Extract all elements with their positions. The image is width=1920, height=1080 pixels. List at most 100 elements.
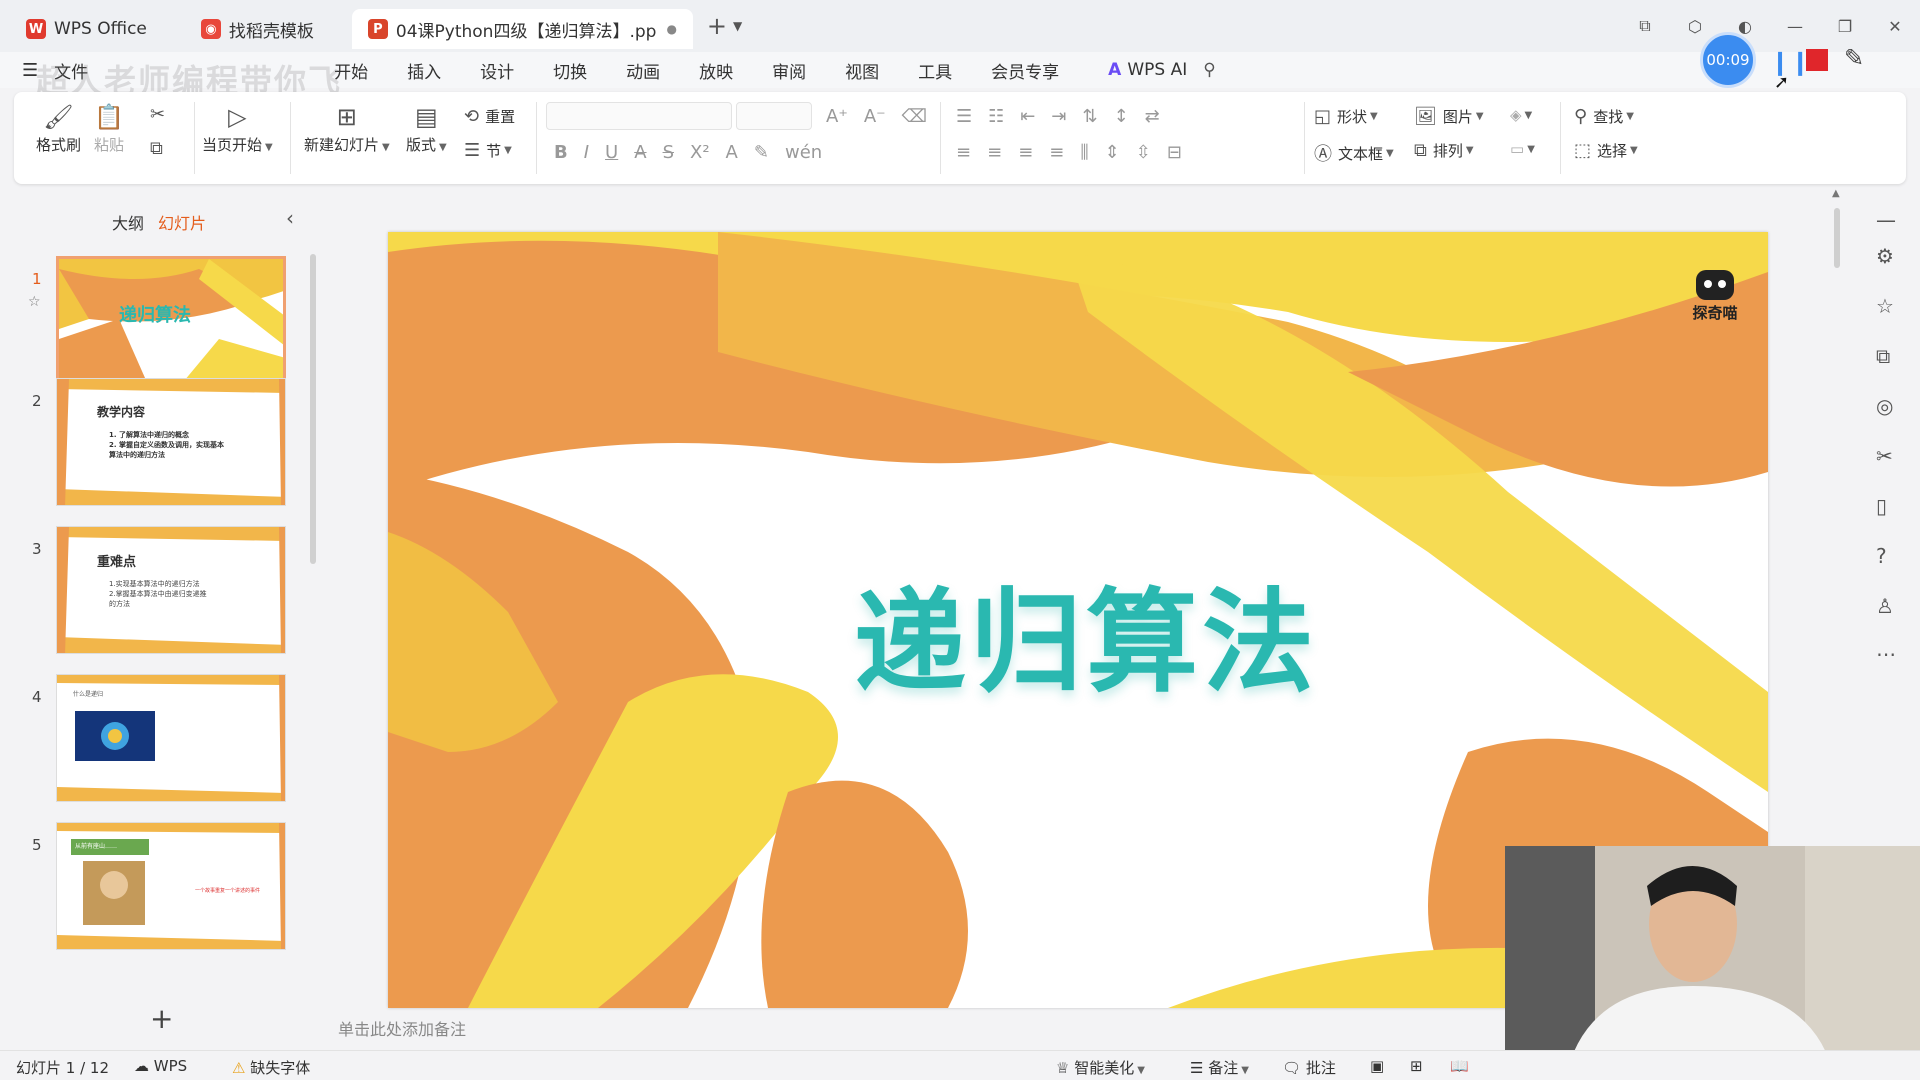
layout-button[interactable]: ▤ 版式 ▼ xyxy=(406,100,447,155)
slide-thumbnail-5[interactable]: 5 从前有座山…… 一个故事重复一个讲述的事件 xyxy=(20,822,290,952)
indent-icon[interactable]: ⇥ xyxy=(1051,106,1066,127)
shirt-icon[interactable]: ♙ xyxy=(1876,594,1894,618)
scroll-up-icon[interactable]: ▲ xyxy=(1832,188,1840,199)
decrease-font-icon[interactable]: A⁻ xyxy=(864,106,886,127)
menu-item-tools[interactable]: 工具 xyxy=(918,58,952,83)
clear-format-icon[interactable]: ⌫ xyxy=(902,106,927,127)
cut-icon[interactable]: ✂ xyxy=(150,104,171,125)
section-button[interactable]: ☰ 节 ▼ xyxy=(464,140,512,161)
menu-item-slideshow[interactable]: 放映 xyxy=(699,58,733,83)
new-tab-plus-icon[interactable]: + xyxy=(707,12,727,40)
shadow-icon[interactable]: S xyxy=(663,142,674,163)
text-direction-icon[interactable]: ⇅ xyxy=(1082,106,1097,127)
select-button[interactable]: ⬚ 选择 ▼ xyxy=(1574,140,1638,161)
comments-button[interactable]: 🗨 批注 xyxy=(1282,1057,1336,1078)
slide-thumbnail-1[interactable]: 1 ☆ 递归算法 xyxy=(20,256,290,386)
slide-thumbnail-4[interactable]: 4 什么是递归 xyxy=(20,674,290,804)
menu-item-insert[interactable]: 插入 xyxy=(407,58,441,83)
slide-sorter-icon[interactable]: ⊞ xyxy=(1410,1057,1423,1075)
more-icon[interactable]: ⋯ xyxy=(1876,642,1896,666)
wps-ai-button[interactable]: A WPS AI xyxy=(1108,60,1187,80)
help-icon[interactable]: ? xyxy=(1876,544,1887,568)
shape-button[interactable]: ◱ 形状 ▼ xyxy=(1314,106,1378,127)
tools-icon[interactable]: ✂ xyxy=(1876,444,1893,468)
menu-item-design[interactable]: 设计 xyxy=(480,58,514,83)
stop-icon[interactable] xyxy=(1806,49,1828,71)
line-spacing-icon[interactable]: ⇕ xyxy=(1105,142,1120,163)
wps-status-button[interactable]: ☁ WPS xyxy=(134,1057,187,1075)
arrange-button[interactable]: ⧉ 排列 ▼ xyxy=(1414,140,1474,161)
smart-beautify-button[interactable]: ♕ 智能美化 ▼ xyxy=(1056,1057,1145,1078)
find-button[interactable]: ⚲ 查找 ▼ xyxy=(1574,106,1634,127)
paste-button[interactable]: 📋 粘贴 xyxy=(94,100,124,155)
outdent-icon[interactable]: ⇤ xyxy=(1020,106,1035,127)
numbered-list-icon[interactable]: ☷ xyxy=(988,106,1004,127)
textbox-button[interactable]: Ⓐ 文本框 ▼ xyxy=(1314,140,1394,166)
notes-toggle-button[interactable]: ☰ 备注 ▼ xyxy=(1190,1057,1249,1078)
search-icon[interactable]: ⚲ xyxy=(1203,60,1215,80)
picture-button[interactable]: 🖼 图片 ▼ xyxy=(1414,106,1484,127)
font-name-select[interactable] xyxy=(546,102,732,130)
fill-icon[interactable]: ◈ ▼ xyxy=(1510,106,1532,124)
thumbnail-red-text: 一个故事重复一个讲述的事件 xyxy=(195,888,261,894)
window-layout-icon[interactable]: ⧉ xyxy=(1620,16,1670,36)
bullet-list-icon[interactable]: ☰ xyxy=(956,106,972,127)
reading-view-icon[interactable]: 📖 xyxy=(1450,1057,1469,1075)
columns-icon[interactable]: ⊟ xyxy=(1167,142,1182,163)
slide-thumbnail-2[interactable]: 2 教学内容 1. 了解算法中递归的概念 2. 掌握自定义函数及调用，实现基本 … xyxy=(20,378,290,508)
menu-item-review[interactable]: 审阅 xyxy=(772,58,806,83)
copy-icon[interactable]: ⧉ xyxy=(150,138,169,159)
settings-sliders-icon[interactable]: ⚙ xyxy=(1876,244,1894,268)
bold-icon[interactable]: B xyxy=(554,142,568,163)
tab-slides[interactable]: 幻灯片 xyxy=(158,210,206,234)
menu-item-animation[interactable]: 动画 xyxy=(626,58,660,83)
normal-view-icon[interactable]: ▣ xyxy=(1370,1057,1384,1075)
chevron-down-icon[interactable]: ▼ xyxy=(733,19,742,33)
missing-font-button[interactable]: ⚠ 缺失字体 xyxy=(232,1057,310,1078)
pinyin-icon[interactable]: wén xyxy=(785,142,822,163)
copy-layers-icon[interactable]: ⧉ xyxy=(1876,344,1890,368)
strikethrough-icon[interactable]: A xyxy=(634,142,646,163)
align-right-icon[interactable]: ≡ xyxy=(1018,142,1033,163)
align-left-icon[interactable]: ≡ xyxy=(956,142,971,163)
justify-icon[interactable]: ≡ xyxy=(1049,142,1064,163)
book-icon[interactable]: ▯ xyxy=(1876,494,1887,518)
convert-icon[interactable]: ⇄ xyxy=(1145,106,1160,127)
underline-icon[interactable]: U xyxy=(605,142,618,163)
collapse-panel-icon[interactable]: ‹ xyxy=(286,206,294,230)
collapse-icon[interactable]: — xyxy=(1876,208,1896,232)
sort-icon[interactable]: ↕ xyxy=(1114,106,1129,127)
divider xyxy=(290,102,291,174)
highlight-icon[interactable]: ✎ xyxy=(754,142,769,163)
format-painter-button[interactable]: 🖌 格式刷 xyxy=(36,100,81,155)
paragraph-spacing-icon[interactable]: ⇳ xyxy=(1136,142,1151,163)
reset-button[interactable]: ⟲ 重置 xyxy=(464,106,515,127)
font-color-icon[interactable]: A xyxy=(726,142,738,163)
italic-icon[interactable]: I xyxy=(584,142,589,163)
menu-item-transition[interactable]: 切换 xyxy=(553,58,587,83)
thumbnail-scrollbar[interactable] xyxy=(310,254,316,564)
tab-outline[interactable]: 大纲 xyxy=(112,210,144,234)
menu-item-view[interactable]: 视图 xyxy=(845,58,879,83)
align-center-icon[interactable]: ≡ xyxy=(987,142,1002,163)
animation-icon[interactable]: ◎ xyxy=(1876,394,1893,418)
notes-placeholder[interactable]: 单击此处添加备注 xyxy=(338,1016,466,1040)
add-slide-plus-icon[interactable]: + xyxy=(150,1002,173,1035)
menu-item-member[interactable]: 会员专享 xyxy=(991,58,1059,83)
distribute-icon[interactable]: ⫼ xyxy=(1080,142,1088,163)
from-current-button[interactable]: ▷ 当页开始 ▼ xyxy=(202,100,273,155)
star-icon[interactable]: ☆ xyxy=(1876,294,1894,318)
pen-icon[interactable]: ✎ xyxy=(1844,44,1864,72)
tab-wps-office[interactable]: W WPS Office xyxy=(10,9,163,49)
slide-thumbnail-3[interactable]: 3 重难点 1.实现基本算法中的递归方法 2.掌握基本算法中由递归变递推 的方法 xyxy=(20,526,290,656)
tab-docer-templates[interactable]: ◉ 找稻壳模板 xyxy=(185,9,330,49)
increase-font-icon[interactable]: A⁺ xyxy=(826,106,848,127)
star-icon[interactable]: ☆ xyxy=(28,294,41,310)
tab-presentation[interactable]: P 04课Python四级【递归算法】.pp ● xyxy=(351,9,693,49)
new-slide-button[interactable]: ⊞ 新建幻灯片 ▼ xyxy=(304,100,390,155)
outline-icon[interactable]: ▭ ▼ xyxy=(1510,140,1535,158)
superscript-icon[interactable]: X² xyxy=(690,142,710,163)
font-size-select[interactable] xyxy=(736,102,812,130)
slide-title[interactable]: 递归算法 xyxy=(854,552,1318,714)
canvas-scrollbar[interactable] xyxy=(1834,208,1840,268)
